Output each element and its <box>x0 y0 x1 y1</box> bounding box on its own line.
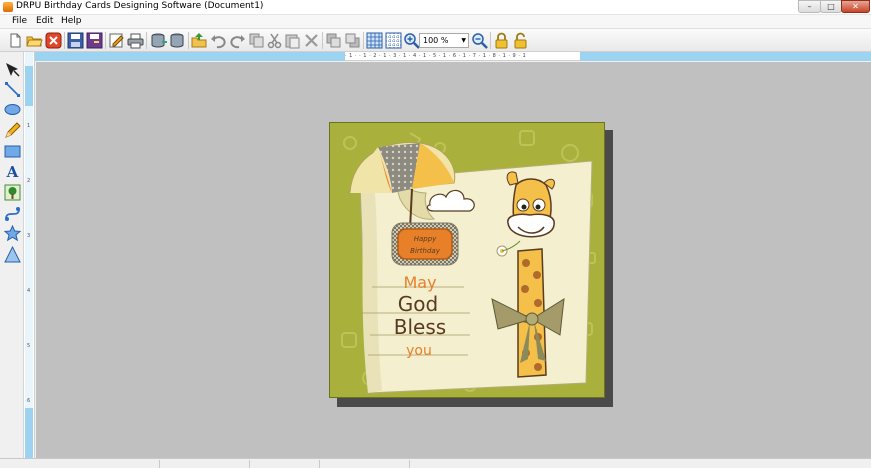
menu-edit[interactable]: Edit <box>36 16 53 26</box>
svg-text:4: 4 <box>27 288 30 294</box>
text-icon[interactable]: A <box>4 163 21 180</box>
line-icon[interactable] <box>4 81 21 98</box>
card-text-may: May <box>403 273 436 292</box>
zoom-out-icon[interactable] <box>471 32 488 49</box>
edit-icon[interactable] <box>108 32 125 49</box>
status-cell-3 <box>250 460 320 468</box>
star-icon[interactable] <box>4 225 21 242</box>
card-badge-line2: Birthday <box>410 247 441 255</box>
pencil-icon[interactable] <box>4 122 21 139</box>
status-cell-2 <box>160 460 250 468</box>
vertical-ruler: 1 2 3 4 5 6 <box>24 52 35 458</box>
tools-panel: A <box>0 52 24 468</box>
status-bar <box>0 458 871 468</box>
bring-front-icon[interactable] <box>325 32 342 49</box>
svg-text:A: A <box>6 163 19 180</box>
toolbar: 100 % ▼ <box>0 29 871 52</box>
curve-icon[interactable] <box>4 205 21 222</box>
triangle-icon[interactable] <box>4 246 21 263</box>
database-icon[interactable] <box>169 32 186 49</box>
image-icon[interactable] <box>4 184 21 201</box>
open-file-icon[interactable] <box>191 32 208 49</box>
unlock-icon[interactable] <box>512 32 529 49</box>
svg-text:6: 6 <box>27 398 30 404</box>
minimize-button[interactable]: – <box>798 0 821 13</box>
card-text-bless: Bless <box>394 315 446 339</box>
menu-help[interactable]: Help <box>61 16 82 26</box>
title-bar: DRPU Birthday Cards Designing Software (… <box>0 0 871 15</box>
redo-icon[interactable] <box>229 32 246 49</box>
lock-icon[interactable] <box>493 32 510 49</box>
pointer-icon[interactable] <box>4 61 21 78</box>
maximize-button[interactable]: □ <box>820 0 842 13</box>
zoom-dropdown[interactable]: 100 % ▼ <box>419 33 469 48</box>
window-title: DRPU Birthday Cards Designing Software (… <box>16 1 264 11</box>
app-logo-icon <box>3 2 13 12</box>
paste-icon[interactable] <box>284 32 301 49</box>
svg-text:3: 3 <box>27 233 30 239</box>
grid-icon[interactable] <box>366 32 383 49</box>
zoom-value: 100 % <box>423 36 449 45</box>
print-icon[interactable] <box>127 32 144 49</box>
horizontal-ruler-labels: · 1 · · 1 · 2 · 1 · 3 · 1 · 4 · 1 · 5 · … <box>345 53 527 59</box>
save-as-icon[interactable] <box>86 32 103 49</box>
open-folder-icon[interactable] <box>26 32 43 49</box>
svg-text:5: 5 <box>27 343 30 349</box>
svg-text:2: 2 <box>27 178 30 184</box>
menu-file[interactable]: File <box>12 16 27 26</box>
menu-bar: File Edit Help <box>0 15 871 29</box>
rectangle-icon[interactable] <box>4 143 21 160</box>
status-cell-4 <box>320 460 410 468</box>
svg-text:1: 1 <box>27 123 30 129</box>
ellipse-icon[interactable] <box>4 101 21 118</box>
birthday-card[interactable]: Happy Birthday May God Bless you <box>329 122 605 398</box>
send-back-icon[interactable] <box>344 32 361 49</box>
card-artwork: Happy Birthday May God Bless you <box>341 130 596 394</box>
chevron-down-icon: ▼ <box>461 37 466 44</box>
card-badge-line1: Happy <box>414 235 437 243</box>
delete-icon[interactable] <box>303 32 320 49</box>
status-cell-1 <box>0 460 160 468</box>
zoom-in-icon[interactable] <box>403 32 420 49</box>
card-text-you: you <box>406 343 432 359</box>
snap-grid-icon[interactable] <box>385 32 402 49</box>
close-document-icon[interactable] <box>45 32 62 49</box>
database-export-icon[interactable] <box>150 32 167 49</box>
new-document-icon[interactable] <box>7 32 24 49</box>
copy-format-icon[interactable] <box>248 32 265 49</box>
save-icon[interactable] <box>67 32 84 49</box>
close-button[interactable]: ✕ <box>841 0 870 13</box>
undo-icon[interactable] <box>210 32 227 49</box>
cut-icon[interactable] <box>266 32 283 49</box>
app-window: DRPU Birthday Cards Designing Software (… <box>0 0 871 468</box>
horizontal-ruler: · 1 · · 1 · 2 · 1 · 3 · 1 · 4 · 1 · 5 · … <box>35 52 871 61</box>
card-text-god: God <box>398 292 438 316</box>
